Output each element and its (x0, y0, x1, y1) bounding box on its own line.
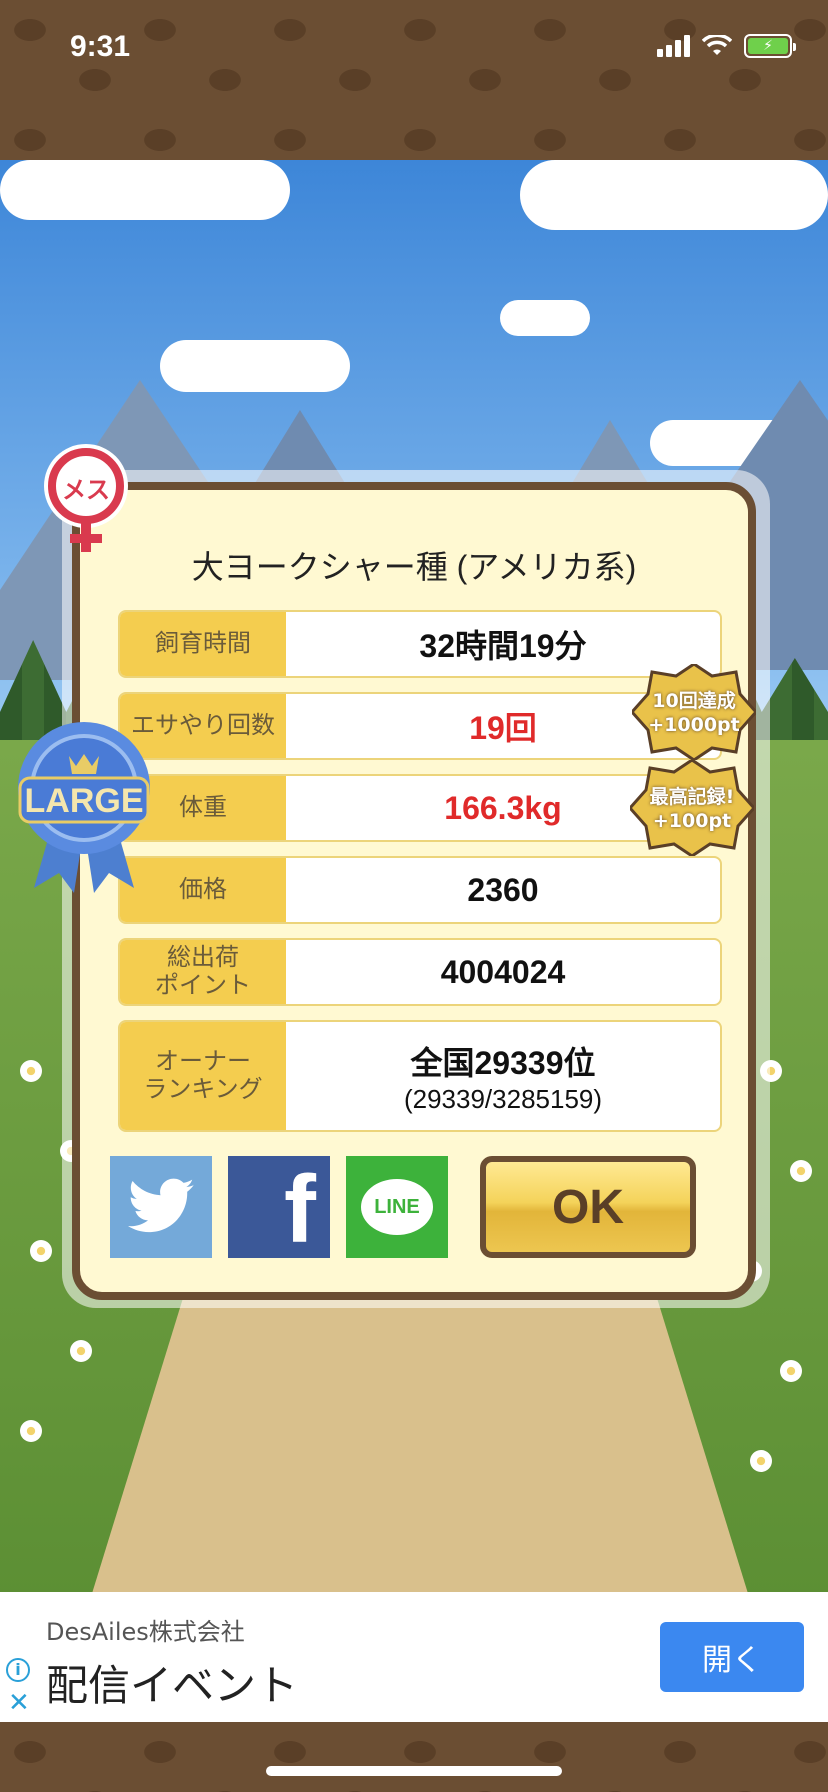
line-share-button[interactable]: LINE (346, 1156, 448, 1258)
stat-value: 2360 (467, 871, 539, 908)
gender-label: メス (62, 476, 110, 504)
facebook-share-button[interactable]: f (228, 1156, 330, 1258)
ad-close-icon[interactable]: ✕ (8, 1688, 30, 1718)
large-size-ribbon: LARGE (14, 708, 154, 898)
ad-info-icon[interactable]: i (6, 1658, 30, 1682)
ad-open-button[interactable]: 開く (660, 1622, 804, 1692)
status-icons: ⚡ (657, 34, 796, 58)
size-badge-label: LARGE (24, 782, 144, 820)
ok-button[interactable]: OK (480, 1156, 696, 1258)
achievement-badge: 10回達成 +1000pt (629, 662, 759, 762)
facebook-f-icon: f (284, 1156, 316, 1263)
achievement-line2: +100pt (652, 810, 732, 832)
stat-label: オーナー ランキング (120, 1022, 286, 1130)
female-badge: メス (36, 442, 136, 562)
stat-row-owner-ranking: オーナー ランキング 全国29339位 (29339/3285159) (118, 1020, 722, 1132)
status-time: 9:31 (70, 30, 131, 63)
line-logo-text: LINE (374, 1195, 420, 1218)
stat-value-group: 全国29339位 (29339/3285159) (286, 1022, 720, 1130)
stat-row-shipment-points: 総出荷 ポイント 4004024 (118, 938, 722, 1006)
battery-icon: ⚡ (744, 34, 796, 58)
achievement-line1: 最高記録! (649, 786, 735, 808)
achievement-line1: 10回達成 (652, 690, 736, 712)
stat-label: 飼育時間 (120, 612, 286, 676)
result-panel: 大ヨークシャー種 (アメリカ系) 飼育時間 32時間19分 エサやり回数 19回… (72, 482, 756, 1300)
twitter-share-button[interactable] (110, 1156, 212, 1258)
ranking-value: 全国29339位 (410, 1044, 596, 1081)
breed-title: 大ヨークシャー種 (アメリカ系) (191, 549, 637, 585)
stat-label: 総出荷 ポイント (120, 940, 286, 1004)
achievement-badge: 最高記録! +100pt (627, 758, 757, 858)
stat-row-price: 価格 2360 (118, 856, 722, 924)
achievement-line2: +1000pt (648, 714, 740, 736)
stat-value: 4004024 (440, 953, 566, 990)
home-indicator[interactable] (266, 1766, 562, 1776)
wifi-icon (702, 35, 732, 55)
status-bar: 9:31 ⚡ (0, 0, 828, 160)
ad-company: DesAiles株式会社 (46, 1618, 245, 1646)
line-speech-bubble-icon: LINE (361, 1179, 433, 1235)
twitter-bird-icon (110, 1156, 212, 1258)
ad-title: 配信イベント (46, 1661, 299, 1710)
ad-banner[interactable]: DesAiles株式会社 配信イベント i ✕ 開く (0, 1592, 828, 1722)
ranking-detail: (29339/3285159) (403, 1083, 603, 1114)
bottom-band (0, 1722, 828, 1792)
cellular-signal-icon (657, 35, 690, 57)
